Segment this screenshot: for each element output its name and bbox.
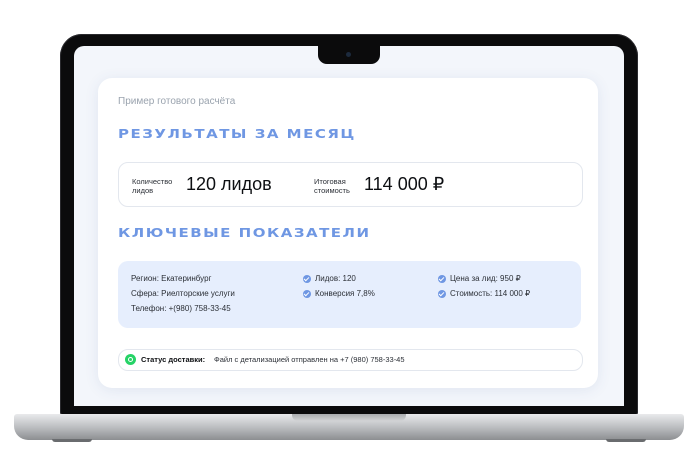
kpi-conversion-text: Конверсия 7,8% [315, 289, 375, 298]
laptop-foot-right [606, 439, 646, 442]
check-icon [438, 275, 446, 283]
check-icon [303, 275, 311, 283]
results-title: РЕЗУЛЬТАТЫ ЗА МЕСЯЦ [118, 126, 356, 142]
kpi-total-cost-text: Стоимость: 114 000 ₽ [450, 289, 531, 298]
kpi-lead-price-text: Цена за лид: 950 ₽ [450, 274, 521, 283]
cost-value: 114 000 ₽ [364, 174, 445, 194]
status-text: Файл с детализацией отправлен на +7 (980… [214, 355, 405, 364]
delivery-status: Статус доставки: Файл с детализацией отп… [118, 349, 583, 371]
camera-notch [318, 46, 380, 64]
check-icon [438, 290, 446, 298]
laptop-screen: Пример готового расчёта РЕЗУЛЬТАТЫ ЗА МЕ… [74, 46, 624, 406]
kpi-leads-text: Лидов: 120 [315, 274, 356, 283]
camera-icon [346, 52, 351, 57]
leads-label: Количество лидов [132, 177, 173, 195]
results-summary: Количество лидов 120 лидов Итоговая стои… [118, 162, 583, 207]
check-icon [303, 290, 311, 298]
whatsapp-icon [125, 354, 136, 365]
kpi-title: КЛЮЧЕВЫЕ ПОКАЗАТЕЛИ [118, 225, 371, 241]
calculation-card: Пример готового расчёта РЕЗУЛЬТАТЫ ЗА МЕ… [98, 78, 598, 388]
kpi-sphere: Сфера: Риелторские услуги [131, 289, 235, 298]
card-caption: Пример готового расчёта [118, 96, 236, 107]
status-label: Статус доставки: [141, 355, 206, 364]
kpi-panel: Регион: Екатеринбург Сфера: Риелторские … [118, 261, 581, 328]
kpi-region: Регион: Екатеринбург [131, 274, 212, 283]
leads-value: 120 лидов [186, 174, 272, 194]
laptop-hinge-notch [292, 414, 406, 421]
laptop-foot-left [52, 439, 92, 442]
cost-label: Итоговая стоимость [314, 177, 350, 195]
kpi-phone: Телефон: +(980) 758-33-45 [131, 304, 231, 313]
